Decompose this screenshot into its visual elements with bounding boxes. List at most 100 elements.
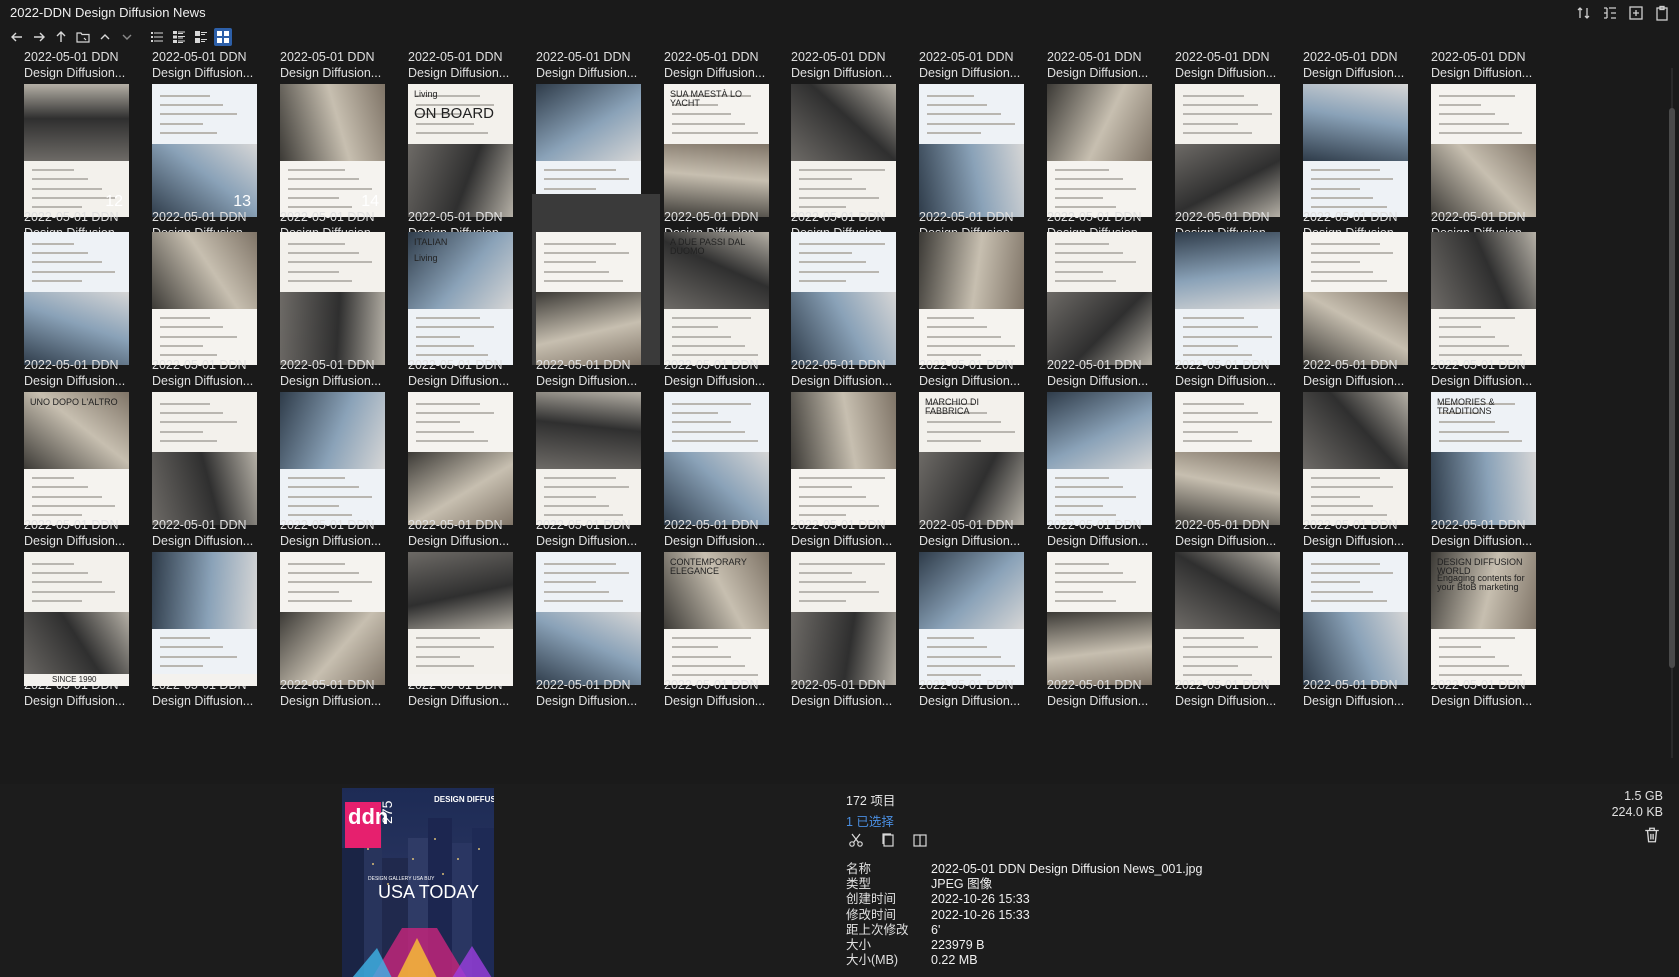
thumbnail-caption: ITALIAN	[414, 237, 448, 247]
file-tile[interactable]: 2022-05-01 DDNDesign Diffusion...	[1299, 514, 1427, 708]
file-tile[interactable]: 2022-05-01 DDNDesign Diffusion...	[20, 514, 148, 708]
thumbnail-image	[919, 552, 1024, 685]
folder-icon[interactable]	[74, 28, 92, 46]
list-view-icon[interactable]	[148, 28, 166, 46]
copy-icon[interactable]	[878, 830, 898, 850]
chevron-up-icon[interactable]	[96, 28, 114, 46]
file-tile[interactable]: 2022-05-01 DDNDesign Diffusion...	[1427, 194, 1555, 388]
vertical-scrollbar[interactable]	[1667, 48, 1677, 784]
file-tile[interactable]	[404, 674, 532, 784]
file-tile[interactable]: 14 2022-05-01 DDN Design Diffusion... 2022-…	[276, 46, 404, 240]
file-tile[interactable]: MARCHIO DI FABBRICA 2022-05-01 DDN Design …	[915, 354, 1043, 548]
file-tile[interactable]: 2022-05-01 DDNDesign Diffusion...	[532, 354, 660, 548]
up-icon[interactable]	[52, 28, 70, 46]
file-name-line2: Design Diffusion...	[919, 66, 1021, 80]
thumbnail-image	[152, 232, 257, 365]
file-tile[interactable]: 2022-05-01 DDNDesign Diffusion...2022-05…	[915, 46, 1043, 240]
file-tile[interactable]: 2022-05-01 DDNDesign Diffusion...	[1299, 354, 1427, 548]
file-tile[interactable]: 2022-05-01 DDNDesign Diffusion...2022-05…	[1299, 46, 1427, 240]
file-tile[interactable]: 2022-05-01 DDNDesign Diffusion...2022-05…	[1171, 46, 1299, 240]
forward-icon[interactable]	[30, 28, 48, 46]
file-tile[interactable]: 2022-05-01 DDNDesign Diffusion...2022-05…	[1043, 46, 1171, 240]
file-tile[interactable]: 2022-05-01 DDNDesign Diffusion...	[20, 194, 148, 388]
file-tile[interactable]: A DUE PASSI DAL DUOMO 2022-05-01 DDN Desig…	[660, 194, 788, 388]
file-tile[interactable]: 2022-05-01 DDNDesign Diffusion...	[1171, 354, 1299, 548]
thumbnail-image	[280, 392, 385, 525]
thumbnail-caption: MEMORIES & TRADITIONS	[1437, 397, 1495, 417]
file-tile[interactable]: 2022-05-01 DDNDesign Diffusion...	[915, 514, 1043, 708]
file-tile[interactable]: Living ON BOARD 2022-05-01 DDN Design Diffu…	[404, 46, 532, 240]
details-view-icon[interactable]	[170, 28, 188, 46]
file-name-line1: 2022-05-01 DDN	[1175, 50, 1270, 64]
resize-grip[interactable]	[1643, 969, 1673, 975]
file-tile[interactable]: 2022-05-01 DDNDesign Diffusion...	[276, 194, 404, 388]
file-tile[interactable]: 2022-05-01 DDNDesign Diffusion...	[787, 514, 915, 708]
file-tile[interactable]: 2022-05-01 DDNDesign Diffusion...	[1043, 514, 1171, 708]
property-key: 名称	[846, 862, 872, 876]
property-value: 0.22 MB	[931, 953, 978, 968]
file-tile[interactable]: 2022-05-01 DDNDesign Diffusion...	[1043, 354, 1171, 548]
file-tile[interactable]: 2022-05-01 DDNDesign Diffusion...	[787, 194, 915, 388]
tiles-view-icon[interactable]	[192, 28, 210, 46]
file-tile[interactable]: ITALIAN Living 2022-05-01 DDN Design Diffus…	[404, 194, 532, 388]
file-tile[interactable]: 2022-05-01 DDNDesign Diffusion...2022-05…	[1427, 46, 1555, 240]
property-row: 修改时间 2022-10-26 15:33	[846, 908, 1202, 923]
trash-icon[interactable]	[1643, 826, 1663, 846]
thumbnail-grid[interactable]: 12 2022-05-01 DDN Design Diffusion... 2022-…	[0, 46, 1652, 784]
file-tile[interactable]: 2022-05-01 DDNDesign Diffusion...	[148, 514, 276, 708]
selected-count[interactable]: 1 已选择	[846, 811, 895, 830]
sort-icon[interactable]	[1575, 4, 1593, 22]
file-tile[interactable]: 2022-05-01 DDNDesign Diffusion...	[276, 514, 404, 708]
selected-size: 224.0 KB	[1611, 805, 1663, 819]
file-tile[interactable]: 2022-05-01 DDNDesign Diffusion...	[660, 354, 788, 548]
thumbnail-image	[536, 232, 641, 365]
navigation-toolbar	[8, 26, 232, 48]
file-tile[interactable]: MEMORIES & TRADITIONS 2022-05-01 DDN Desig…	[1427, 354, 1555, 548]
thumbnail-image	[408, 392, 513, 525]
file-tile[interactable]: SUA MAESTÀ LO YACHT 2022-05-01 DDN Design …	[660, 46, 788, 240]
file-tile[interactable]: 2022-05-01 DDNDesign Diffusion...	[1299, 194, 1427, 388]
file-tile[interactable]: 2022-05-01 DDNDesign Diffusion...	[148, 354, 276, 548]
file-tile[interactable]: CONTEMPORARY ELEGANCE 2022-05-01 DDN Desig…	[660, 514, 788, 708]
file-tile[interactable]: 2022-05-01 DDNDesign Diffusion...	[1043, 194, 1171, 388]
file-tile[interactable]: 13 2022-05-01 DDN Design Diffusion... 2022-…	[148, 46, 276, 240]
file-tile[interactable]: 2022-05-01 DDNDesign Diffusion...	[404, 514, 532, 708]
cut-icon[interactable]	[846, 830, 866, 850]
tree-view-icon[interactable]	[1601, 4, 1619, 22]
clipboard-icon[interactable]	[1653, 4, 1671, 22]
file-tile[interactable]: 2022-05-01 DDNDesign Diffusion...2022-05…	[532, 46, 660, 240]
file-tile[interactable]: 12 2022-05-01 DDN Design Diffusion... 2022-…	[20, 46, 148, 240]
file-tile[interactable]: 2022-05-01 DDNDesign Diffusion...	[1171, 194, 1299, 388]
open-in-icon[interactable]	[910, 830, 930, 850]
back-icon[interactable]	[8, 28, 26, 46]
grid-view-icon[interactable]	[214, 28, 232, 46]
file-tile[interactable]: SINCE 1990	[20, 674, 148, 784]
property-key: 类型	[846, 877, 872, 892]
file-tile[interactable]: 2022-05-01 DDNDesign Diffusion...	[787, 354, 915, 548]
chevron-down-icon[interactable]	[118, 28, 136, 46]
file-tile[interactable]: 2022-05-01 DDNDesign Diffusion...	[276, 354, 404, 548]
window-title: 2022-DDN Design Diffusion News	[10, 5, 206, 20]
file-tile[interactable]: 2022-05-01 DDNDesign Diffusion...	[148, 194, 276, 388]
scrollbar-thumb[interactable]	[1669, 108, 1675, 668]
thumbnail-caption: SUA MAESTÀ LO YACHT	[670, 89, 743, 109]
file-tile[interactable]: UNO DOPO L'ALTRO 2022-05-01 DDN Design Dif…	[20, 354, 148, 548]
property-key: 修改时间	[846, 907, 897, 922]
file-tile[interactable]	[148, 674, 276, 784]
property-key: 大小	[846, 938, 872, 953]
file-tile[interactable]: 2022-05-01 DDNDesign Diffusion...2022-05…	[787, 46, 915, 240]
thumbnail-image	[1047, 232, 1152, 365]
file-tile[interactable]: DESIGN DIFFUSION WORLD Engaging contents …	[1427, 514, 1555, 708]
file-tile[interactable]: 2022-05-01 DDNDesign Diffusion...	[532, 514, 660, 708]
file-tile[interactable]: 2022-05-01 DDNDesign Diffusion...	[915, 194, 1043, 388]
file-tile[interactable]: 2022-05-01 DDNDesign Diffusion...	[1171, 514, 1299, 708]
file-name-line1: 2022-05-01 DDN	[152, 50, 247, 64]
thumbnail-image	[1303, 392, 1408, 525]
thumbnail-caption: MARCHIO DI FABBRICA	[925, 397, 979, 417]
property-row: 大小 223979 B	[846, 938, 1202, 953]
property-row: 大小(MB) 0.22 MB	[846, 953, 1202, 968]
file-tile[interactable]: 2022-05-01 DDNDesign Diffusion...	[404, 354, 532, 548]
thumbnail-image: CONTEMPORARY ELEGANCE	[664, 552, 769, 685]
new-tab-icon[interactable]	[1627, 4, 1645, 22]
file-tile[interactable]: 2022-05-01 DDNDesign Diffusion...	[532, 194, 660, 388]
